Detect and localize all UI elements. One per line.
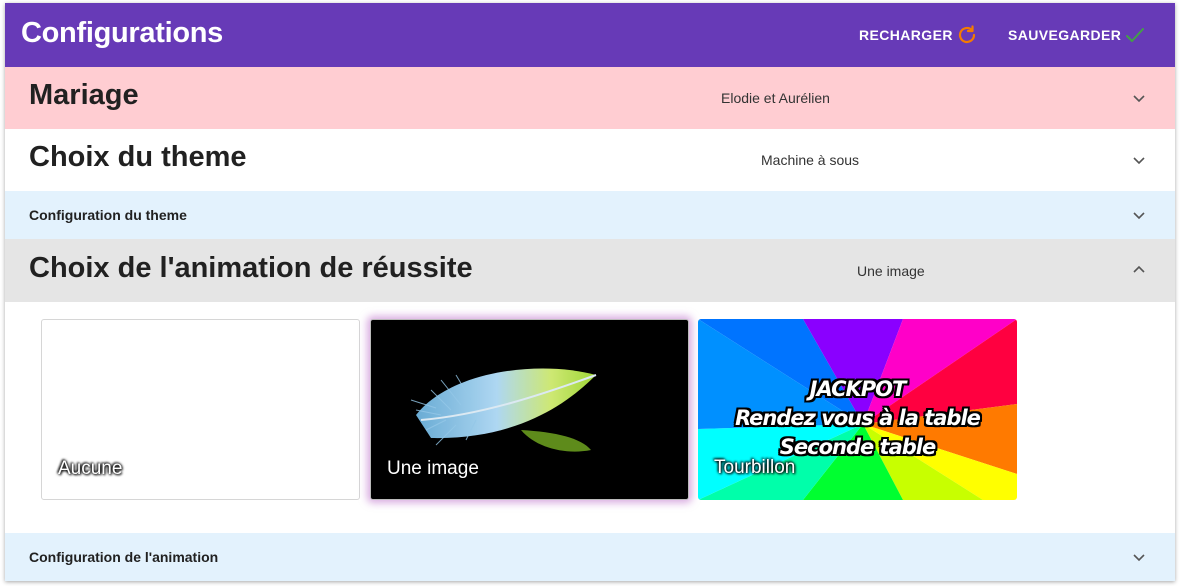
section-value: Une image — [857, 263, 925, 279]
chevron-down-icon[interactable] — [1131, 207, 1147, 223]
section-mariage[interactable]: Mariage Elodie et Aurélien — [5, 67, 1175, 129]
save-button[interactable]: SAUVEGARDER — [1008, 19, 1147, 51]
animation-option-image[interactable]: Une image — [370, 319, 689, 500]
reload-button[interactable]: RECHARGER — [859, 19, 979, 51]
check-icon — [1126, 28, 1145, 42]
section-animation-config[interactable]: Configuration de l'animation — [5, 533, 1175, 581]
page-title: Configurations — [21, 17, 224, 49]
section-theme[interactable]: Choix du theme Machine à sous — [5, 129, 1175, 191]
section-title: Configuration du theme — [29, 207, 187, 223]
app-window: Configurations RECHARGER SAUVEGARDER Mar… — [5, 3, 1175, 581]
app-bar: Configurations RECHARGER SAUVEGARDER — [5, 3, 1175, 67]
chevron-up-icon[interactable] — [1131, 262, 1147, 278]
jackpot-banner: JACKPOT Rendez vous à la table Seconde t… — [698, 375, 1017, 462]
section-title: Choix du theme — [29, 141, 247, 173]
banner-line: Rendez vous à la table — [735, 406, 981, 430]
chevron-down-icon[interactable] — [1131, 90, 1147, 106]
chevron-down-icon[interactable] — [1131, 152, 1147, 168]
reload-button-label: RECHARGER — [859, 27, 953, 43]
option-label: Tourbillon — [714, 457, 796, 478]
section-title: Mariage — [29, 79, 139, 111]
section-value: Machine à sous — [761, 152, 860, 168]
section-value: Elodie et Aurélien — [721, 90, 830, 106]
section-title: Choix de l'animation de réussite — [29, 252, 473, 284]
option-label: Une image — [387, 458, 479, 479]
section-theme-config[interactable]: Configuration du theme — [5, 191, 1175, 239]
save-button-label: SAUVEGARDER — [1008, 27, 1122, 43]
animation-option-spin[interactable]: JACKPOT Rendez vous à la table Seconde t… — [698, 319, 1017, 500]
reload-icon — [958, 25, 975, 44]
chevron-down-icon[interactable] — [1131, 549, 1147, 565]
section-title: Configuration de l'animation — [29, 549, 219, 565]
banner-line: JACKPOT — [809, 377, 907, 401]
option-label: Aucune — [58, 458, 123, 479]
section-animation[interactable]: Choix de l'animation de réussite Une ima… — [5, 239, 1175, 302]
animation-option-none[interactable]: Aucune — [41, 319, 360, 500]
